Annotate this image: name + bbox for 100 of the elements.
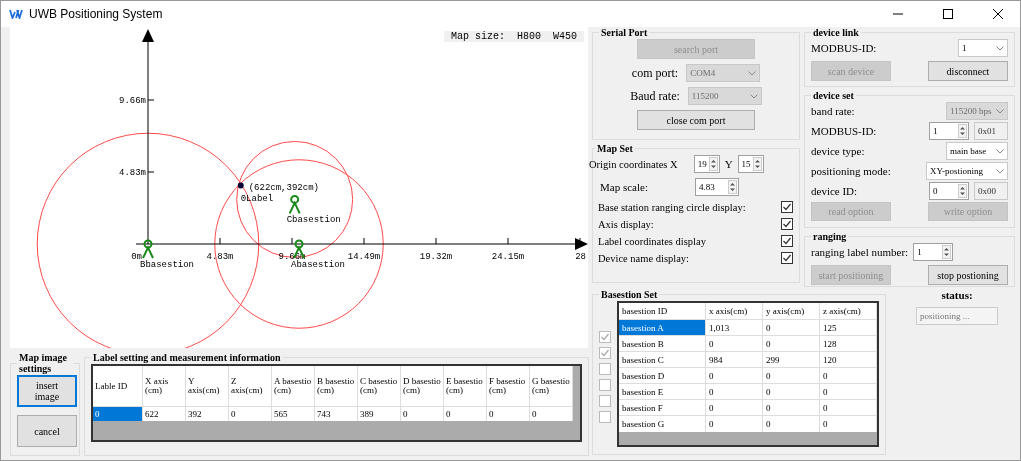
number-spinner[interactable]: 4.83 [695,178,739,196]
close-port-button[interactable]: close com port [637,110,755,130]
table-cell: basestion B [619,335,706,352]
dropdown[interactable]: main base [946,142,1008,160]
column-header: C basestio (cm) [357,366,401,407]
window-title: UWB Positioning System [29,7,163,21]
table-cell: 743 [314,406,358,421]
table-cell: 392 [185,406,229,421]
field-label: band rate: [811,105,856,117]
caret-icon [996,108,1004,114]
field-label: device ID: [811,185,859,197]
group-title: device link [812,27,860,38]
option-label: Axis display: [598,218,654,230]
checkbox[interactable] [599,395,611,407]
checkbox[interactable] [599,363,611,375]
column-header: Z axis(cm) [228,366,272,407]
tick-mark [147,99,155,101]
table-cell: 0 [819,367,877,384]
table-cell: 0 [705,383,763,400]
spinner-arrows-icon[interactable] [728,180,737,194]
table-cell: 622 [142,406,186,421]
spinner-arrows-icon[interactable] [752,157,762,171]
station-name: Abasestion [291,260,345,270]
column-header: B basestio (cm) [314,366,358,407]
field-label: Map scale: [599,181,649,193]
number-spinner[interactable]: 1 [929,122,969,140]
caret-icon [996,148,1004,154]
dropdown[interactable]: 1 [958,39,1008,57]
table-cell: 0 [762,319,820,336]
caret-icon [748,70,757,76]
table-cell: 0 [705,367,763,384]
checkbox[interactable] [781,235,793,247]
group-title: Serial Port [600,27,649,38]
axis-label: 14.49m [347,252,381,262]
base-station-icon [288,194,301,215]
column-header: F basestio (cm) [486,366,530,407]
table-cell: 0 [705,399,763,416]
checkbox[interactable] [599,347,611,359]
field-label: positioning mode: [811,165,892,177]
spinner-arrows-icon[interactable] [958,124,967,138]
app-logo-icon [9,9,23,19]
axis-label: 0m [131,252,142,262]
number-spinner[interactable]: 1 [913,243,954,261]
number-spinner[interactable]: 0 [929,182,969,200]
map-height: H800 [515,31,542,42]
table-cell: 0 [705,415,763,432]
table-cell: 0 [819,415,877,432]
column-header: Y axis(cm) [185,366,229,407]
base-station-icon [142,239,154,259]
station-name: Cbasestion [286,215,341,226]
table-cell: 0 [93,406,143,421]
table-cell: basestion E [619,383,706,400]
table-cell: 0 [819,399,877,416]
group-title: Map image settings [18,352,69,374]
column-header: E basestio (cm) [443,366,487,407]
checkbox[interactable] [599,379,611,391]
column-header: y axis(cm) [762,303,820,320]
column-header: x axis(cm) [705,303,763,320]
checkbox[interactable] [599,331,611,343]
spinner-arrows-icon[interactable] [958,184,967,198]
table-cell: 0 [819,383,877,400]
checkbox[interactable] [781,252,793,264]
table-cell: 565 [271,406,315,421]
option-label: Base station ranging circle display: [598,201,746,213]
close-icon [993,9,1003,19]
station-name: Bbasestion [140,260,194,270]
table-cell: 0 [762,415,820,432]
tick-mark [363,237,365,245]
table-cell: 128 [819,335,877,352]
group-title: Basestion Set [600,289,659,300]
axis-label: 28 [575,252,586,262]
table-cell: basestion C [619,351,706,368]
group-title: device set [812,90,855,101]
checkbox[interactable] [781,218,793,230]
map-size-label: Map size: [449,31,506,42]
number-spinner[interactable]: 19 [693,155,720,173]
table-cell: 0 [486,406,530,421]
axis-label: 9.66m [119,96,146,106]
column-header: X axis (cm) [142,366,186,407]
number-spinner[interactable]: 15 [737,155,764,173]
image-button[interactable]: cancel [17,415,77,447]
dropdown[interactable]: XY-postioning [926,162,1008,180]
status-field: positioning ... [916,307,998,325]
table-cell: 0 [400,406,444,421]
table-cell: 0 [762,383,820,400]
spinner-arrows-icon[interactable] [942,245,952,259]
hex-field: 0x01 [974,122,1008,140]
tick-mark [291,237,293,245]
status-label: status: [941,289,973,301]
table-cell: basestion G [619,415,706,432]
caret-icon [749,93,758,99]
positioning-button[interactable]: stop postioning [928,265,1008,285]
checkbox[interactable] [781,201,793,213]
checkbox[interactable] [599,411,611,423]
group-title: ranging [812,231,848,242]
spinner-arrows-icon[interactable] [708,157,718,171]
device-button[interactable]: disconnect [928,61,1008,81]
image-button[interactable]: insert image [17,375,77,407]
caret-icon [996,168,1004,174]
tick-mark [219,237,221,245]
